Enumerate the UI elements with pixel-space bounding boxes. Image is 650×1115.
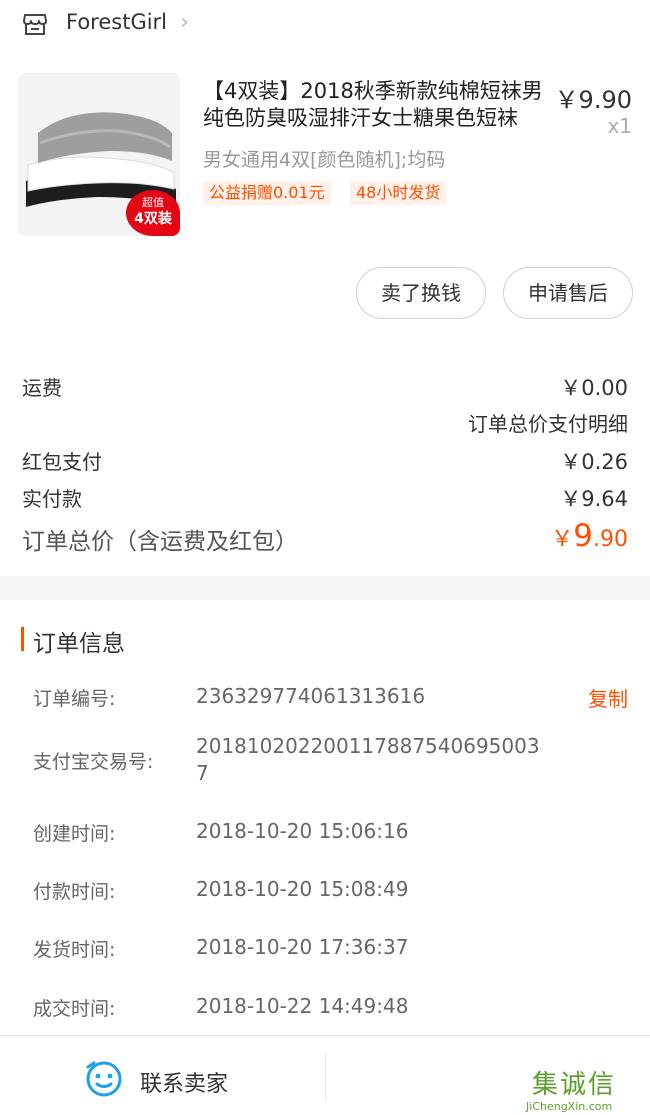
product-title[interactable]: 【4双装】2018秋季新款纯棉短袜男纯色防臭吸湿排汗女士糖果色短袜 — [203, 78, 543, 132]
contact-seller-button[interactable]: 联系卖家 — [140, 1066, 228, 1098]
paid-time-label: 付款时间: — [33, 881, 116, 903]
shipping-value: ￥0.00 — [560, 376, 628, 400]
chevron-right-icon: › — [180, 10, 189, 35]
redpacket-label: 红包支付 — [22, 450, 102, 474]
paid-label: 实付款 — [22, 487, 82, 511]
store-name: ForestGirl — [66, 10, 168, 34]
paid-value: ￥9.64 — [560, 487, 628, 511]
total-value: ￥9.90 — [551, 518, 628, 554]
paid-time-value: 2018-10-20 15:08:49 — [196, 877, 409, 901]
order-number-label: 订单编号: — [33, 688, 116, 710]
store-header[interactable]: ForestGirl › — [0, 0, 650, 50]
product-quantity: x1 — [607, 114, 632, 138]
copy-button[interactable]: 复制 — [588, 683, 628, 712]
payment-detail-link[interactable]: 订单总价支付明细 — [468, 408, 628, 437]
watermark-url: JiChengXin.com — [526, 1100, 613, 1113]
total-label: 订单总价（含运费及红包） — [22, 529, 298, 555]
bottom-divider — [325, 1053, 326, 1101]
watermark-logo: 集诚信 — [532, 1070, 617, 1100]
section-accent-bar — [21, 627, 24, 651]
product-spec: 男女通用4双[颜色随机];均码 — [203, 149, 446, 171]
alipay-trade-label: 支付宝交易号: — [33, 751, 154, 773]
shipped-time-value: 2018-10-20 17:36:37 — [196, 935, 409, 959]
tag-charity: 公益捐赠0.01元 — [203, 181, 331, 205]
deal-time-label: 成交时间: — [33, 998, 116, 1020]
alipay-trade-value: 2018102022001178875406950037 — [196, 734, 540, 785]
product-price: ￥9.90 — [554, 86, 632, 114]
shipped-time-label: 发货时间: — [33, 939, 116, 961]
order-info-title: 订单信息 — [33, 631, 125, 657]
badge-big-text: 4双装 — [134, 211, 172, 227]
product-badge: 超值 4双装 — [126, 190, 180, 236]
store-icon — [23, 14, 47, 35]
created-time-value: 2018-10-20 15:06:16 — [196, 819, 409, 843]
section-divider — [0, 576, 650, 600]
created-time-label: 创建时间: — [33, 823, 116, 845]
badge-small-text: 超值 — [142, 196, 164, 209]
total-int: 9 — [573, 518, 593, 554]
shipping-label: 运费 — [22, 376, 62, 400]
redpacket-value: ￥0.26 — [560, 450, 628, 474]
contact-seller-icon[interactable] — [84, 1059, 124, 1099]
sell-button[interactable]: 卖了换钱 — [356, 267, 486, 319]
total-yen: ￥ — [551, 527, 574, 552]
aftersale-button[interactable]: 申请售后 — [503, 267, 633, 319]
order-number-value: 236329774061313616 — [196, 684, 426, 708]
deal-time-value: 2018-10-22 14:49:48 — [196, 994, 409, 1018]
tag-shipping: 48小时发货 — [350, 181, 447, 205]
total-dec: .90 — [593, 527, 628, 552]
